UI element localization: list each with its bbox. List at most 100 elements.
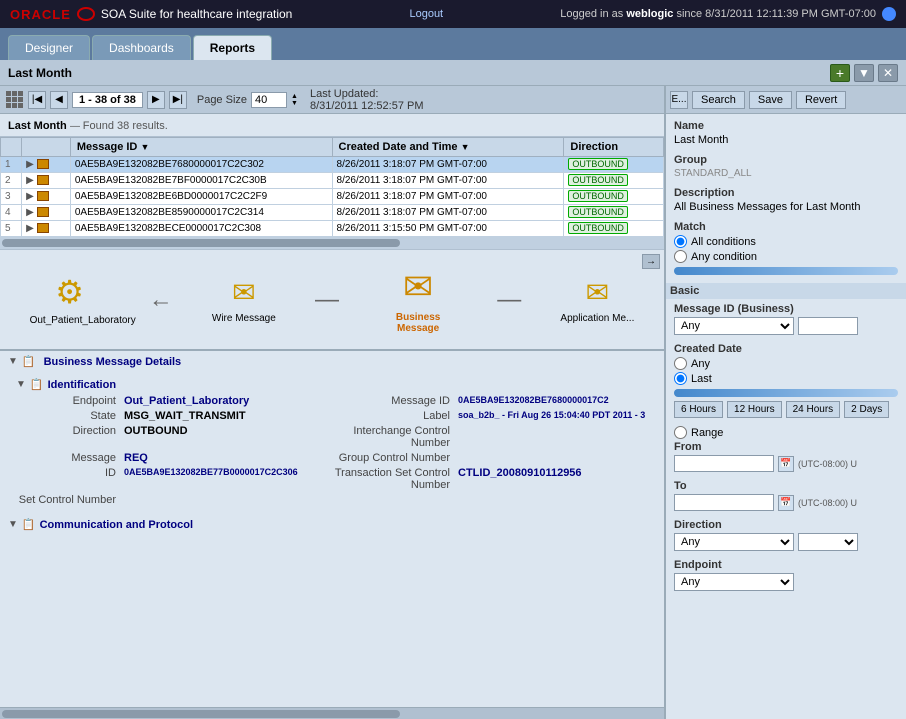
message-label: Message (16, 452, 116, 464)
comm-collapse-btn[interactable]: ▼ (8, 519, 18, 530)
flow-arrow-2: — (315, 286, 339, 314)
range-radio[interactable] (674, 426, 687, 439)
nav-prev-btn[interactable]: ◀ (50, 91, 68, 109)
filter-to-input[interactable] (674, 494, 774, 511)
row-date: 8/26/2011 3:18:07 PM GMT-07:00 (332, 173, 564, 189)
table-row[interactable]: 3 ▶ 0AE5BA9E132082BE6BD0000017C2C2F9 8/2… (1, 189, 664, 205)
flow-node-business[interactable]: ✉ Business Message (378, 266, 458, 334)
filter-msgid-select[interactable]: Any (674, 317, 794, 335)
oracle-text: ORACLE (10, 7, 71, 22)
filter-from-group: From 📅 (UTC-08:00) U (674, 441, 898, 472)
id-label: ID (16, 467, 116, 491)
detail-panel: ▼ 📋 Business Message Details ▼ 📋 Identif… (0, 349, 664, 707)
id-value: 0AE5BA9E132082BE77B0000017C2C306 (124, 467, 322, 491)
btn-6hours[interactable]: 6 Hours (674, 401, 723, 418)
filter-match-any-row: Any condition (674, 250, 898, 263)
tcn-label: Transaction Set Control Number (330, 467, 450, 491)
filter-direction-group: Direction Any (674, 519, 898, 551)
icn-value (458, 425, 656, 449)
left-panel: |◀ ◀ 1 - 38 of 38 ▶ ▶| Page Size ▲ ▼ Las… (0, 86, 666, 719)
table-toolbar: |◀ ◀ 1 - 38 of 38 ▶ ▶| Page Size ▲ ▼ Las… (0, 86, 664, 114)
btn-2days[interactable]: 2 Days (844, 401, 889, 418)
filter-save-btn[interactable]: Save (749, 91, 792, 109)
logout-link[interactable]: Logout (409, 8, 443, 20)
row-date: 8/26/2011 3:18:07 PM GMT-07:00 (332, 189, 564, 205)
col-direction[interactable]: Direction (564, 138, 664, 157)
message-type: REQ (124, 452, 322, 464)
filter-endpoint-group: Endpoint Any (674, 559, 898, 591)
tab-reports[interactable]: Reports (193, 35, 272, 60)
endpoint-label: Endpoint (16, 395, 116, 407)
date-last-radio[interactable] (674, 372, 687, 385)
filter-from-label: From (674, 441, 898, 453)
btn-24hours[interactable]: 24 Hours (786, 401, 841, 418)
close-button[interactable]: ✕ (878, 64, 898, 82)
btn-12hours[interactable]: 12 Hours (727, 401, 782, 418)
table-row[interactable]: 4 ▶ 0AE5BA9E132082BE8590000017C2C314 8/2… (1, 205, 664, 221)
row-date: 8/26/2011 3:15:50 PM GMT-07:00 (332, 221, 564, 237)
tab-dashboards[interactable]: Dashboards (92, 35, 191, 60)
filter-search-btn[interactable]: Search (692, 91, 745, 109)
flow-node-app[interactable]: ✉ Application Me... (560, 276, 634, 324)
to-cal-btn[interactable]: 📅 (778, 495, 794, 511)
table-hscroll[interactable] (0, 237, 664, 249)
date-slider[interactable] (674, 389, 898, 397)
filter-endpoint-select[interactable]: Any (674, 573, 794, 591)
row-id: 0AE5BA9E132082BE7680000017C2C302 (70, 157, 332, 173)
row-expand[interactable]: ▶ (22, 173, 71, 189)
flow-node-wire[interactable]: ✉ Wire Message (212, 276, 276, 324)
nav-next-btn[interactable]: ▶ (147, 91, 165, 109)
filter-expand-btn[interactable]: E... (670, 91, 688, 109)
filter-desc-label: Description (674, 187, 898, 199)
filter-msgid-input[interactable] (798, 317, 858, 335)
sub-toolbar: Last Month + ▼ ✕ (0, 60, 906, 86)
table-row[interactable]: 2 ▶ 0AE5BA9E132082BE7BF0000017C2C30B 8/2… (1, 173, 664, 189)
dropdown-button[interactable]: ▼ (854, 64, 874, 82)
from-cal-btn[interactable]: 📅 (778, 456, 794, 472)
main-content: Last Month + ▼ ✕ |◀ ◀ 1 - 38 of 38 ▶ ▶| (0, 60, 906, 719)
last-updated: Last Updated: 8/31/2011 12:52:57 PM (310, 88, 424, 112)
filter-name-group: Name Last Month (674, 120, 898, 146)
identification-collapse-btn[interactable]: ▼ (16, 379, 26, 390)
detail-hscroll[interactable] (0, 707, 664, 719)
flow-scroll-btn[interactable]: → (642, 254, 660, 269)
filter-endpoint-label: Endpoint (674, 559, 898, 571)
match-all-radio[interactable] (674, 235, 687, 248)
filter-direction-select[interactable]: Any (674, 533, 794, 551)
filter-name-label: Name (674, 120, 898, 132)
filter-to-row: 📅 (UTC-08:00) U (674, 494, 898, 511)
add-button[interactable]: + (830, 64, 850, 82)
filter-revert-btn[interactable]: Revert (796, 91, 846, 109)
detail-collapse-btn[interactable]: ▼ (8, 356, 18, 367)
filter-group-value: STANDARD_ALL (674, 168, 898, 179)
filter-direction-select2[interactable] (798, 533, 858, 551)
nav-first-btn[interactable]: |◀ (28, 91, 46, 109)
match-any-label: Any condition (691, 251, 757, 263)
match-any-radio[interactable] (674, 250, 687, 263)
row-num: 5 (1, 221, 22, 237)
filter-to-group: To 📅 (UTC-08:00) U (674, 480, 898, 511)
row-expand[interactable]: ▶ (22, 189, 71, 205)
row-id: 0AE5BA9E132082BE7BF0000017C2C30B (70, 173, 332, 189)
detail-title: ▼ 📋 Business Message Details (8, 355, 656, 368)
table-row[interactable]: 1 ▶ 0AE5BA9E132082BE7680000017C2C302 8/2… (1, 157, 664, 173)
nav-last-btn[interactable]: ▶| (169, 91, 187, 109)
page-size-spinner[interactable]: ▲ ▼ (291, 93, 298, 107)
date-buttons-row: 6 Hours 12 Hours 24 Hours 2 Days (674, 401, 898, 418)
table-row[interactable]: 5 ▶ 0AE5BA9E132082BECE0000017C2C308 8/26… (1, 221, 664, 237)
tab-designer[interactable]: Designer (8, 35, 90, 60)
row-expand[interactable]: ▶ (22, 157, 71, 173)
date-any-radio[interactable] (674, 357, 687, 370)
col-created-date[interactable]: Created Date and Time ▼ (332, 138, 564, 157)
username: weblogic (626, 8, 673, 20)
row-expand[interactable]: ▶ (22, 205, 71, 221)
flow-node-out-patient[interactable]: ⚙ Out_Patient_Laboratory (30, 273, 110, 326)
grid-icon (6, 91, 24, 109)
content-split: |◀ ◀ 1 - 38 of 38 ▶ ▶| Page Size ▲ ▼ Las… (0, 86, 906, 719)
row-date: 8/26/2011 3:18:07 PM GMT-07:00 (332, 157, 564, 173)
row-expand[interactable]: ▶ (22, 221, 71, 237)
filter-from-input[interactable] (674, 455, 774, 472)
page-size-input[interactable] (251, 92, 287, 108)
state-value: MSG_WAIT_TRANSMIT (124, 410, 322, 422)
col-message-id[interactable]: Message ID ▼ (70, 138, 332, 157)
